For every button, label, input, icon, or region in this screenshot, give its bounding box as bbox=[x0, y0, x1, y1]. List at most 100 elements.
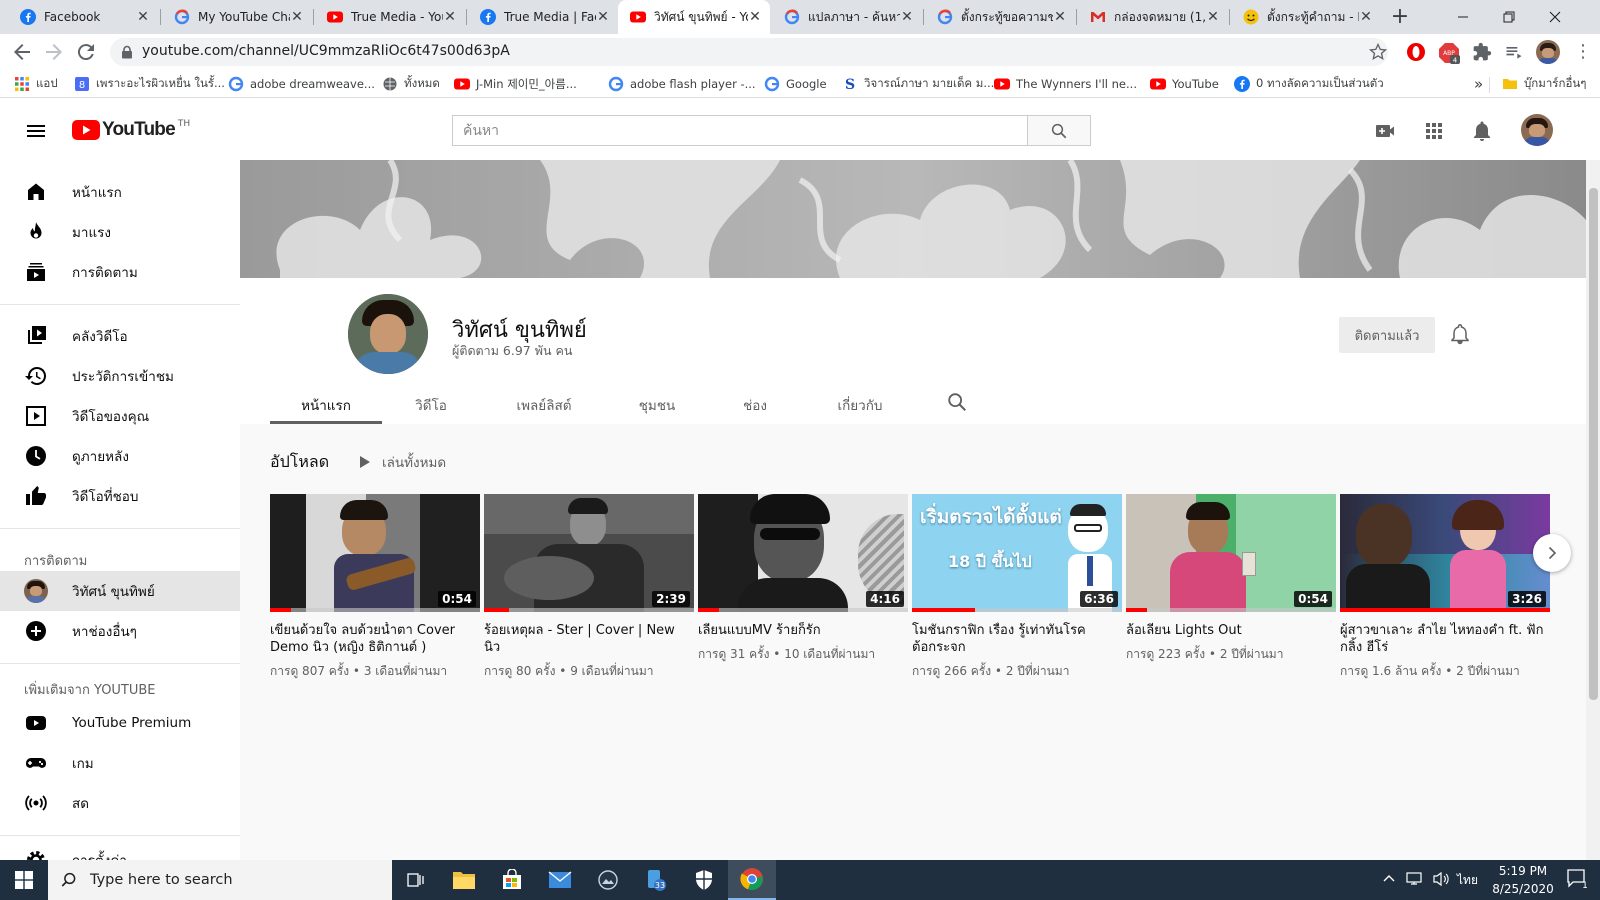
sidebar-item-settings[interactable]: การตั้งค่า bbox=[0, 840, 240, 860]
browser-tab[interactable]: True Media | Fac ✕ bbox=[468, 0, 618, 34]
chrome-menu-icon[interactable]: ⋮ bbox=[1574, 42, 1592, 62]
sidebar-item-live[interactable]: สด bbox=[0, 783, 240, 823]
tab-playlists[interactable]: เพลย์ลิสต์ bbox=[500, 394, 588, 416]
video-title[interactable]: ล้อเลียน Lights Out bbox=[1126, 622, 1336, 639]
mail-button[interactable] bbox=[536, 860, 584, 900]
bookmark-item[interactable]: adobe dreamweave... bbox=[228, 70, 375, 98]
shelf-next-button[interactable] bbox=[1533, 534, 1571, 572]
tab-home[interactable]: หน้าแรก bbox=[270, 394, 382, 416]
video-card[interactable]: เริ่มตรวจได้ตั้งแต่ 18 ปี ขึ้นไป 6:36 โม… bbox=[912, 494, 1122, 681]
forward-button[interactable] bbox=[42, 40, 66, 64]
bookmark-item[interactable]: ทั้งหมด bbox=[382, 70, 440, 98]
tab-close-icon[interactable]: ✕ bbox=[443, 9, 457, 25]
tab-close-icon[interactable]: ✕ bbox=[1206, 9, 1220, 25]
opera-extension-icon[interactable] bbox=[1406, 42, 1426, 62]
video-thumbnail[interactable]: เริ่มตรวจได้ตั้งแต่ 18 ปี ขึ้นไป 6:36 bbox=[912, 494, 1122, 612]
apps-button[interactable] bbox=[1422, 119, 1446, 143]
microsoft-store-button[interactable] bbox=[488, 860, 536, 900]
video-card[interactable]: 0:54 ล้อเลียน Lights Out การดู 223 ครั้ง… bbox=[1126, 494, 1336, 664]
phone-app-button[interactable]: 33 bbox=[632, 860, 680, 900]
new-tab-button[interactable]: + bbox=[1388, 5, 1412, 29]
channel-search-button[interactable] bbox=[946, 391, 968, 413]
browser-tab[interactable]: ตั้งกระทู้ขอความช่วย ✕ bbox=[925, 0, 1075, 34]
uploads-section-title[interactable]: อัปโหลด bbox=[270, 450, 329, 475]
tab-close-icon[interactable]: ✕ bbox=[290, 9, 304, 25]
bookmark-item[interactable]: 8 เพราะอะไรผิวเหยื่น ในรั้... bbox=[74, 70, 225, 98]
bookmark-item[interactable]: แอป bbox=[14, 70, 58, 98]
sidebar-item-trending[interactable]: มาแรง bbox=[0, 212, 240, 252]
extensions-puzzle-icon[interactable] bbox=[1472, 42, 1492, 62]
bookmark-item[interactable]: adobe flash player -... bbox=[608, 70, 756, 98]
sidebar-item-liked-videos[interactable]: วิดีโอที่ชอบ bbox=[0, 476, 240, 516]
bookmark-item[interactable]: The Wynners I'll ne... bbox=[994, 70, 1137, 98]
video-thumbnail[interactable]: 4:16 bbox=[698, 494, 908, 612]
browser-tab[interactable]: My YouTube Cha ✕ bbox=[162, 0, 312, 34]
bookmark-item[interactable]: Google bbox=[764, 70, 827, 98]
tab-community[interactable]: ชุมชน bbox=[622, 394, 692, 416]
back-button[interactable] bbox=[10, 40, 34, 64]
browser-tab[interactable]: ตั้งกระทู้คำถาม - Pa ✕ bbox=[1231, 0, 1381, 34]
video-card[interactable]: 0:54 เขียนด้วยใจ ลบด้วยน้ำตา Cover Demo … bbox=[270, 494, 480, 681]
reload-button[interactable] bbox=[74, 40, 98, 64]
bookmark-star-icon[interactable] bbox=[1368, 42, 1388, 62]
video-card[interactable]: 2:39 ร้อยเหตุผล - Ster | Cover | New นิว… bbox=[484, 494, 694, 681]
network-icon[interactable] bbox=[1406, 871, 1424, 887]
sidebar-item-home[interactable]: หน้าแรก bbox=[0, 172, 240, 212]
search-input[interactable] bbox=[453, 116, 1027, 145]
file-explorer-button[interactable] bbox=[440, 860, 488, 900]
tab-close-icon[interactable]: ✕ bbox=[1053, 9, 1067, 25]
sidebar-item-library[interactable]: คลังวิดีโอ bbox=[0, 316, 240, 356]
lock-icon[interactable] bbox=[120, 45, 134, 59]
search-button[interactable] bbox=[1027, 115, 1091, 146]
notification-bell-button[interactable] bbox=[1448, 322, 1472, 346]
youtube-logo[interactable]: YouTube TH bbox=[72, 119, 190, 141]
video-title[interactable]: ร้อยเหตุผล - Ster | Cover | New นิว bbox=[484, 622, 694, 656]
start-button[interactable] bbox=[0, 860, 48, 900]
task-view-button[interactable] bbox=[392, 860, 440, 900]
tray-overflow-chevron-icon[interactable] bbox=[1382, 872, 1396, 886]
sidebar-item-channel[interactable]: วิทัศน์ ขุนทิพย์ bbox=[0, 571, 240, 611]
video-card[interactable]: 3:26 ผู้สาวขาเลาะ ลำไย ไหทองคำ ft. ฟักกล… bbox=[1340, 494, 1550, 681]
tab-close-icon[interactable]: ✕ bbox=[596, 9, 610, 25]
tab-close-icon[interactable]: ✕ bbox=[136, 9, 150, 25]
bookmark-item[interactable]: 0 ทางลัดความเป็นส่วนตัว bbox=[1234, 70, 1384, 98]
play-all-button[interactable]: เล่นทั้งหมด bbox=[358, 451, 446, 473]
url-text[interactable]: youtube.com/channel/UC9mmzaRIiOc6t47s00d… bbox=[142, 43, 510, 59]
search-box[interactable] bbox=[452, 115, 1027, 146]
video-title[interactable]: ผู้สาวขาเลาะ ลำไย ไหทองคำ ft. ฟักกลิ้ง ฮ… bbox=[1340, 622, 1550, 656]
input-language-indicator[interactable]: ไทย bbox=[1457, 871, 1478, 890]
browser-tab[interactable]: แปลภาษา - ค้นหาด้ ✕ bbox=[772, 0, 922, 34]
scrollbar-thumb[interactable] bbox=[1589, 188, 1598, 700]
sidebar-item-history[interactable]: ประวัติการเข้าชม bbox=[0, 356, 240, 396]
media-queue-icon[interactable] bbox=[1504, 42, 1524, 62]
sidebar-item-youtube-premium[interactable]: YouTube Premium bbox=[0, 703, 240, 743]
browser-tab[interactable]: กล่องจดหมาย (1,4 ✕ bbox=[1078, 0, 1228, 34]
sidebar-item-your-videos[interactable]: วิดีโอของคุณ bbox=[0, 396, 240, 436]
action-center-button[interactable]: 1 bbox=[1566, 868, 1590, 890]
video-thumbnail[interactable]: 0:54 bbox=[270, 494, 480, 612]
notifications-button[interactable] bbox=[1470, 119, 1494, 143]
close-window-button[interactable] bbox=[1532, 0, 1578, 34]
tab-channels[interactable]: ช่อง bbox=[720, 394, 790, 416]
bookmark-item[interactable]: YouTube bbox=[1150, 70, 1219, 98]
more-bookmarks-button[interactable]: » bbox=[1474, 70, 1483, 98]
subscribed-button[interactable]: ติดตามแล้ว bbox=[1339, 317, 1435, 353]
tab-videos[interactable]: วิดีโอ bbox=[396, 394, 466, 416]
volume-speaker-icon[interactable] bbox=[1432, 871, 1450, 887]
sidebar-item-browse-channels[interactable]: หาช่องอื่นๆ bbox=[0, 611, 240, 651]
account-avatar[interactable] bbox=[1521, 114, 1553, 146]
video-title[interactable]: โมชันกราฟิก เรื่อง รู้เท่าทันโรคต้อกระจก bbox=[912, 622, 1122, 656]
video-card[interactable]: 4:16 เลียนแบบMV ร้ายก็รัก การดู 31 ครั้ง… bbox=[698, 494, 908, 664]
photo-app-button[interactable] bbox=[584, 860, 632, 900]
taskbar-clock[interactable]: 5:19 PM 8/25/2020 bbox=[1478, 862, 1568, 898]
bookmark-item[interactable]: S วิจารณ์ภาษา มายเด็ค ม... bbox=[842, 70, 994, 98]
video-thumbnail[interactable]: 3:26 bbox=[1340, 494, 1550, 612]
bookmark-item[interactable]: J-Min 제이민_아름... bbox=[454, 70, 577, 98]
tab-close-icon[interactable]: ✕ bbox=[1359, 9, 1373, 25]
hamburger-menu-icon[interactable] bbox=[24, 119, 48, 143]
video-title[interactable]: เลียนแบบMV ร้ายก็รัก bbox=[698, 622, 908, 639]
taskbar-search-box[interactable]: Type here to search bbox=[48, 860, 392, 900]
tab-about[interactable]: เกี่ยวกับ bbox=[822, 394, 898, 416]
browser-tab-active[interactable]: วิทัศน์ ขุนทิพย์ - Yo ✕ bbox=[618, 0, 770, 34]
restore-button[interactable] bbox=[1486, 0, 1532, 34]
